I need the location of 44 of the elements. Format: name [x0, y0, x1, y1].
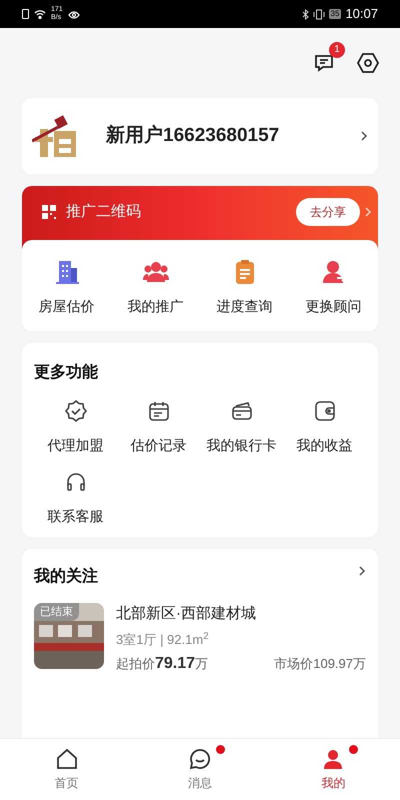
function-item[interactable]: 我的收益	[283, 399, 366, 456]
user-name: 新用户16623680157	[106, 124, 280, 148]
function-item[interactable]: 估价记录	[117, 399, 200, 456]
check-badge-icon	[64, 399, 88, 423]
battery-indicator: 35	[328, 9, 342, 19]
messages-button[interactable]: 1	[312, 42, 345, 75]
user-card[interactable]: 新用户16623680157	[22, 98, 378, 174]
vibrate-icon	[312, 8, 325, 20]
section-title: 我的关注	[34, 566, 99, 587]
status-badge: 已结束	[34, 603, 79, 621]
market-price: 市场价109.97万	[274, 655, 366, 673]
quick-action[interactable]: 更换顾问	[289, 258, 378, 317]
sim-icon	[22, 9, 29, 19]
calendar-icon	[146, 399, 170, 423]
home-icon	[54, 747, 79, 771]
chevron-right-icon	[360, 130, 368, 142]
quick-action[interactable]: 我的推广	[111, 258, 200, 317]
nav-tab[interactable]: 我的	[266, 739, 400, 800]
status-time: 10:07	[345, 5, 378, 24]
message-count-badge: 1	[329, 42, 345, 58]
function-item[interactable]: 联系客服	[34, 470, 117, 527]
chat-icon	[188, 747, 212, 771]
promo-title: 推广二维码	[66, 202, 141, 222]
nav-tab[interactable]: 消息	[133, 739, 267, 800]
property-specs: 3室1厅 | 92.1m$^{2}$	[116, 630, 210, 649]
wallet-icon	[312, 399, 336, 423]
bluetooth-icon	[302, 8, 309, 20]
property-title: 北部新区·西部建材城	[116, 604, 257, 624]
bank-card-icon	[230, 399, 254, 423]
qr-code-icon	[42, 205, 56, 219]
wifi-icon	[34, 9, 46, 19]
share-button[interactable]: 去分享	[296, 198, 360, 226]
settings-icon[interactable]	[356, 51, 380, 75]
section-title: 更多功能	[34, 362, 99, 383]
function-item[interactable]: 我的银行卡	[200, 399, 283, 456]
quick-action[interactable]: 进度查询	[200, 258, 289, 317]
start-price: 起拍价79.17万	[116, 654, 208, 674]
quick-action[interactable]: 房屋估价	[22, 258, 111, 317]
chevron-right-icon	[364, 206, 372, 218]
eye-icon	[68, 10, 80, 18]
nav-tab[interactable]: 首页	[0, 739, 134, 800]
property-item[interactable]: 已结束 北部新区·西部建材城 3室1厅 | 92.1m$^{2}$ 起拍价79.17万 市场价109.97万	[34, 603, 366, 676]
chevron-right-icon	[358, 565, 366, 577]
function-item[interactable]: 代理加盟	[34, 399, 117, 456]
